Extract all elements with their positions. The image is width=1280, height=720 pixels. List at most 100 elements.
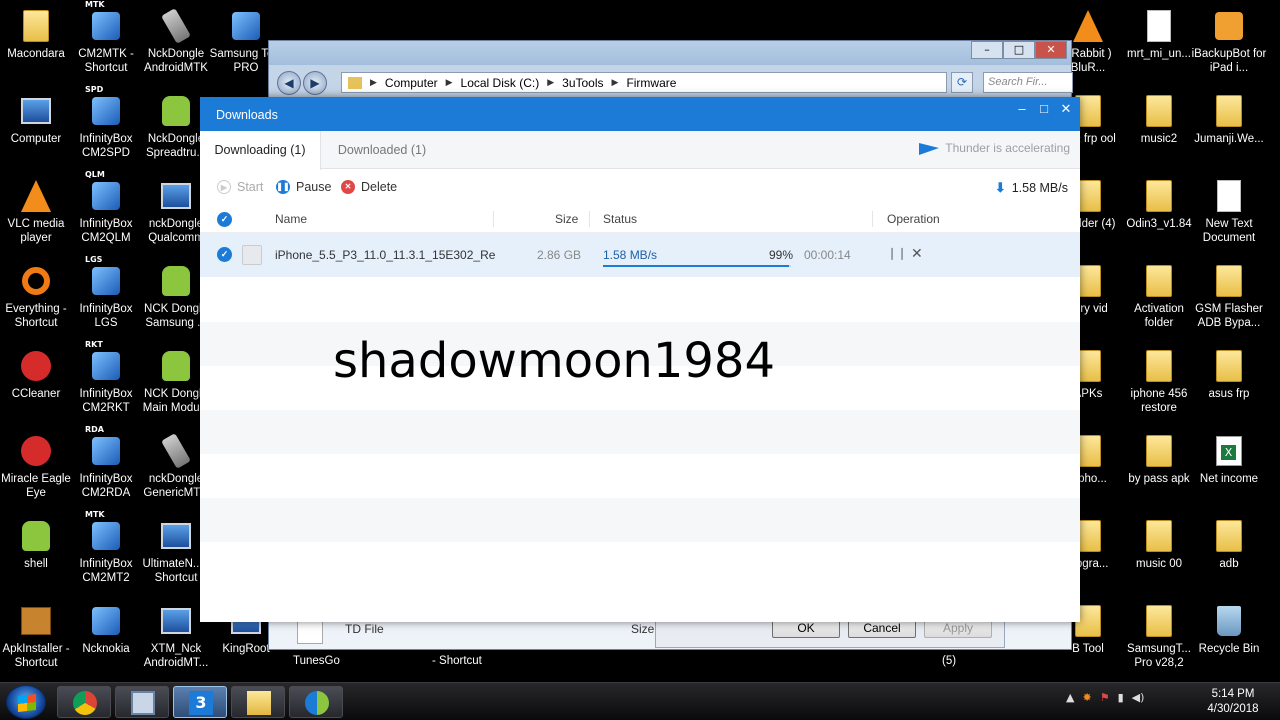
minimize-button[interactable]: – [1012,100,1032,120]
taskbar-chrome[interactable] [57,686,111,718]
desktop-icon[interactable]: iphone 456 restore [1123,342,1195,424]
desktop-icon[interactable]: Miracle Eagle Eye [0,427,72,509]
tab-downloading[interactable]: Downloading (1) [200,131,321,170]
desktop-icon[interactable]: SamsungT... Pro v28,2 [1123,597,1195,679]
desktop-icon[interactable]: mrt_mi_un... [1123,2,1195,84]
desktop-icon[interactable]: Net income [1193,427,1265,509]
total-speed-value: 1.58 MB/s [1011,181,1068,195]
desktop-icon-label: InfinityBox CM2RDA [79,473,133,499]
desktop-icon-label: New Text Document [1202,218,1256,244]
clock-date: 4/30/2018 [1207,703,1259,715]
row-pause-icon[interactable]: ❘❘ [887,246,907,260]
desktop-icon[interactable]: MTK CM2MTK - Shortcut [70,0,142,84]
column-size[interactable]: Size [555,212,578,226]
desktop-icon[interactable]: music 00 [1123,512,1195,594]
breadcrumb-item-local-disk[interactable]: Local Disk (C:) [461,76,540,90]
explorer-close-button[interactable]: ✕ [1035,41,1067,59]
column-divider [589,211,590,227]
desktop-icon[interactable]: MTK InfinityBox CM2MT2 [70,510,142,594]
desktop-icon[interactable]: Jumanji.We... [1193,87,1265,169]
desktop-icon[interactable]: Everything - Shortcut [0,257,72,339]
infinitybox-icon-shape [92,182,120,210]
delete-button[interactable]: ✕ Delete [341,180,397,194]
tray-network-icon[interactable]: ⚑ [1100,691,1110,704]
chrome-icon [73,691,97,715]
breadcrumb-item-firmware[interactable]: Firmware [626,76,676,90]
desktop-icon[interactable]: iBackupBot for iPad i... [1192,2,1266,84]
desktop-icon[interactable]: RDA InfinityBox CM2RDA [70,425,142,509]
folder-icon-shape [1146,95,1172,127]
desktop-icon[interactable]: Recycle Bin [1193,597,1265,679]
desktop-icon[interactable]: Activation folder [1123,257,1195,339]
folder-icon [1212,93,1246,129]
desktop-icon[interactable]: QLM InfinityBox CM2QLM [70,170,142,254]
infinitybox-icon: RDA [85,425,123,469]
desktop-icon-label: CCleaner [11,388,61,400]
desktop-icon[interactable]: GSM Flasher ADB Bypa... [1193,257,1265,339]
desktop-icon[interactable]: Macondara [0,2,72,84]
desktop-icon[interactable]: ApkInstaller - Shortcut [0,597,72,679]
downloads-window[interactable]: Downloads – □ ✕ Downloading (1) Download… [200,97,1080,622]
row-checkbox[interactable]: ✓ [217,247,232,262]
tab-downloaded[interactable]: Downloaded (1) [322,131,442,169]
downloads-titlebar[interactable]: Downloads – □ ✕ [200,97,1080,131]
pause-button[interactable]: ❚❚ Pause [276,180,331,194]
desktop-icon-label: InfinityBox CM2MT2 [79,558,133,584]
taskbar-app[interactable] [289,686,343,718]
desktop-icon-label: Recycle Bin [1198,643,1260,655]
desktop-icon[interactable]: LGS InfinityBox LGS [70,255,142,339]
table-row[interactable]: ✓ iPhone_5.5_P3_11.0_11.3.1_15E302_Resto… [200,233,1080,277]
icon-badge: SPD [85,85,104,94]
refresh-icon[interactable]: ⟳ [951,72,973,93]
address-bar[interactable]: ▶ Computer ▶ Local Disk (C:) ▶ 3uTools ▶… [341,72,947,93]
taskbar-app[interactable] [115,686,169,718]
3utools-icon: 3 [189,691,213,715]
search-input[interactable]: Search Fir... [983,72,1073,93]
desktop-icon[interactable]: CCleaner [0,342,72,424]
tray-volume-icon[interactable]: ◀) [1132,691,1145,704]
desktop-icon[interactable]: VLC media player [0,172,72,254]
desktop-icon-label: adb [1219,558,1239,570]
desktop-icon-label: Net income [1199,473,1259,485]
desktop-icon[interactable]: NckDongle AndroidMTK [140,2,212,84]
desktop-icon-label: TunesGo [293,655,340,667]
column-status[interactable]: Status [603,212,637,226]
column-name[interactable]: Name [275,212,307,226]
desktop-icon[interactable]: by pass apk [1123,427,1195,509]
file-icon-shape [1147,10,1171,42]
desktop-icon-label: Jumanji.We... [1194,133,1264,145]
explorer-maximize-button[interactable]: □ [1003,41,1035,59]
desktop-icon[interactable]: Computer [0,87,72,169]
back-button[interactable]: ◀ [277,71,301,95]
desktop-icon[interactable]: adb [1193,512,1265,594]
maximize-button[interactable]: □ [1034,100,1054,120]
explorer-titlebar[interactable] [269,41,1071,65]
desktop-icon[interactable]: SPD InfinityBox CM2SPD [70,85,142,169]
clock[interactable]: 5:14 PM 4/30/2018 [1198,687,1268,717]
desktop-icon[interactable]: music2 [1123,87,1195,169]
desktop-icon[interactable]: RKT InfinityBox CM2RKT [70,340,142,424]
breadcrumb-item-computer[interactable]: Computer [385,76,438,90]
start-button[interactable]: ▶ Start [217,180,263,194]
play-icon: ▶ [217,180,231,194]
tray-expand-icon[interactable]: ▲ [1066,691,1074,704]
tray-app-icon[interactable]: ✸ [1082,691,1091,704]
row-delete-icon[interactable]: ✕ [911,245,923,262]
desktop-icon[interactable]: Ncknokia [70,597,142,679]
desktop-icon[interactable]: asus frp [1193,342,1265,424]
forward-button[interactable]: ▶ [303,71,327,95]
select-all-checkbox[interactable]: ✓ [217,212,232,227]
taskbar-explorer[interactable] [231,686,285,718]
breadcrumb-item-3utools[interactable]: 3uTools [562,76,603,90]
desktop-icon[interactable]: Odin3_v1.84 [1123,172,1195,254]
desktop-icon[interactable]: shell [0,512,72,594]
explorer-minimize-button[interactable]: – [971,41,1003,59]
start-button[interactable] [6,685,46,719]
close-button[interactable]: ✕ [1056,100,1076,120]
file-icon [1142,8,1176,44]
taskbar-3utools[interactable]: 3 [173,686,227,718]
desktop-icon-label: - Shortcut [432,655,482,667]
file-icon [1212,178,1246,214]
tray-signal-icon[interactable]: ▮ [1118,691,1124,704]
desktop-icon[interactable]: New Text Document [1193,172,1265,254]
